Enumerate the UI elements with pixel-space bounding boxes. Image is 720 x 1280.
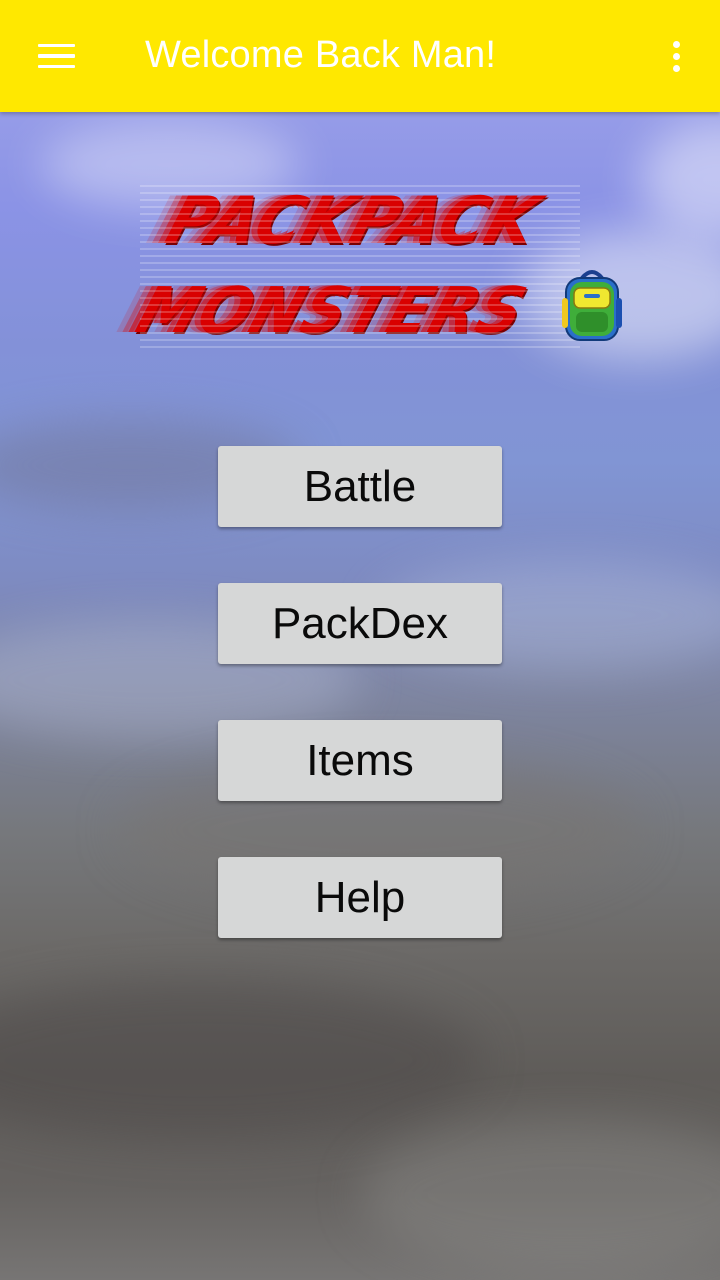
app-bar: Welcome Back Man! [0,0,720,112]
background-cloud [360,1120,720,1270]
menu-bar-line [37,43,75,48]
menu-bar-line [37,64,75,69]
overflow-dot [672,40,680,48]
overflow-dot [672,64,680,72]
backpack-icon [562,270,622,341]
menu-bar-line [37,54,75,58]
logo-text-line1: PACKPACK [157,182,550,259]
logo-text-line2: MONSTERS [128,274,536,348]
packdex-button[interactable]: PackDex [218,583,502,664]
page-title: Welcome Back Man! [145,34,497,76]
more-vert-icon[interactable] [652,30,700,82]
main-screen: Welcome Back Man! PACKPACK MONSTERS Batt… [0,0,720,1280]
game-logo: PACKPACK MONSTERS [120,180,630,350]
overflow-dot [672,52,680,60]
hamburger-menu-icon[interactable] [26,30,86,82]
background-cloud [640,120,720,240]
items-button[interactable]: Items [218,720,502,801]
help-button[interactable]: Help [218,857,502,938]
background-cloud [0,980,480,1140]
battle-button[interactable]: Battle [218,446,502,527]
